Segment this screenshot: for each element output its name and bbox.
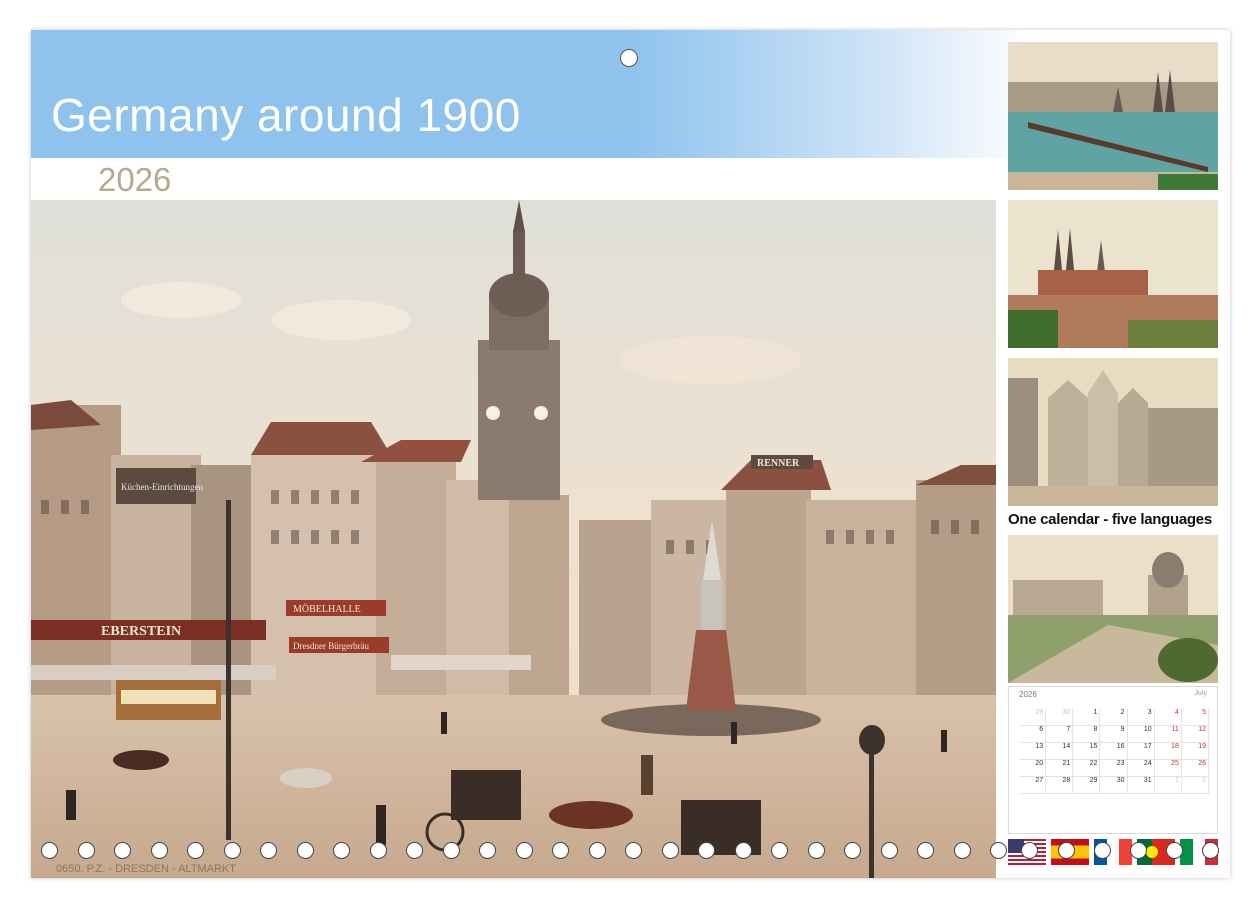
calendar-day: 10 xyxy=(1127,726,1155,743)
binding-hole xyxy=(625,842,642,859)
binding-hole xyxy=(661,842,679,859)
calendar-day: 8 xyxy=(1073,726,1101,743)
calendar-day: 9 xyxy=(1100,726,1128,743)
binding-hole xyxy=(1130,842,1147,859)
sign-eberstein: EBERSTEIN xyxy=(101,624,181,639)
binding-hole xyxy=(406,842,423,859)
hanging-hole xyxy=(620,49,638,67)
page-title: Germany around 1900 xyxy=(51,89,521,141)
calendar-day: 1 xyxy=(1073,709,1101,726)
calendar-day: 18 xyxy=(1154,743,1182,760)
calendar-day: 7 xyxy=(1046,726,1074,743)
binding-hole xyxy=(698,842,715,859)
calendar-day: 20 xyxy=(1019,760,1047,777)
calendar-day: 30 xyxy=(1100,777,1128,794)
calendar-day: 25 xyxy=(1154,760,1182,777)
tagline: One calendar - five languages xyxy=(1008,511,1212,528)
calendar-day: 31 xyxy=(1127,777,1155,794)
calendar-day: 28 xyxy=(1046,777,1074,794)
binding-hole xyxy=(807,842,825,859)
photo-caption: 0650. P.Z. - DRESDEN - ALTMARKT xyxy=(56,863,236,875)
calendar-grid: 29 30 1 2 3 4 5 6 7 8 9 10 11 12 13 14 15 16 17 18 19 20 21 22 2… xyxy=(1019,709,1209,827)
calendar-day: 4 xyxy=(1154,709,1182,726)
calendar-day: 30 xyxy=(1046,709,1074,726)
calendar-day: 19 xyxy=(1181,743,1209,760)
binding-hole xyxy=(187,842,204,859)
binding-hole xyxy=(734,842,752,859)
binding-hole xyxy=(880,842,898,859)
sign-renner: RENNER xyxy=(757,458,800,469)
binding-hole xyxy=(442,842,460,859)
year-strip: 2026 xyxy=(91,159,993,199)
calendar-year: 2026 xyxy=(1019,690,1037,699)
thumbnail-cologne xyxy=(1008,42,1218,190)
thumbnail-city-view xyxy=(1008,200,1218,348)
calendar-day: 3 xyxy=(1127,709,1155,726)
calendar-day: 22 xyxy=(1073,760,1101,777)
binding-hole xyxy=(479,842,496,859)
binding-hole xyxy=(552,842,569,859)
calendar-day: 21 xyxy=(1046,760,1074,777)
calendar-day: 15 xyxy=(1073,743,1101,760)
binding-hole xyxy=(844,842,861,859)
calendar-day: 26 xyxy=(1181,760,1209,777)
calendar-day: 24 xyxy=(1127,760,1155,777)
sign-moebelhalle: MÖBELHALLE xyxy=(293,603,361,615)
binding-hole xyxy=(1166,842,1183,859)
calendar-day: 12 xyxy=(1181,726,1209,743)
calendar-day: 5 xyxy=(1181,709,1209,726)
calendar-day: 2 xyxy=(1100,709,1128,726)
sign-buergerbraeu: Dresdner Bürgerbräu xyxy=(293,641,370,651)
binding-hole xyxy=(771,842,788,859)
thumbnail-berlin-gendarmenmarkt xyxy=(1008,535,1218,683)
calendar-day: 13 xyxy=(1019,743,1047,760)
binding-hole xyxy=(296,842,314,859)
main-photo-dresden-altmarkt: EBERSTEIN Küchen-Einrichtungen MÖBELHALL… xyxy=(31,200,996,878)
calendar-month: July xyxy=(1194,690,1207,697)
calendar-day: 27 xyxy=(1019,777,1047,794)
binding-hole xyxy=(369,842,387,859)
binding-hole xyxy=(1094,842,1111,859)
binding-hole xyxy=(1058,842,1075,859)
calendar-day: 2 xyxy=(1181,777,1209,794)
binding-hole xyxy=(990,842,1007,859)
binding-hole xyxy=(41,842,58,859)
calendar-day: 17 xyxy=(1127,743,1155,760)
title-banner: Germany around 1900 xyxy=(31,30,1031,158)
calendar-day: 6 xyxy=(1019,726,1047,743)
calendar-day: 1 xyxy=(1154,777,1182,794)
sign-kuechen: Küchen-Einrichtungen xyxy=(121,482,203,492)
calendar-day: 29 xyxy=(1019,709,1047,726)
calendar-day: 23 xyxy=(1100,760,1128,777)
binding-hole xyxy=(333,842,350,859)
binding-hole xyxy=(150,842,168,859)
binding-hole xyxy=(260,842,277,859)
binding-hole xyxy=(114,842,131,859)
binding-hole xyxy=(1021,842,1038,859)
binding-hole xyxy=(515,842,533,859)
binding-hole xyxy=(917,842,934,859)
calendar-preview: 2026 July 29 30 1 2 3 4 5 6 7 8 9 10 11 12 13 14 15 16 17 1… xyxy=(1008,686,1218,834)
year-label: 2026 xyxy=(98,161,172,198)
binding-holes xyxy=(31,842,1230,864)
calendar-day: 16 xyxy=(1100,743,1128,760)
calendar-day: 14 xyxy=(1046,743,1074,760)
binding-hole xyxy=(588,842,606,859)
binding-hole xyxy=(953,842,971,859)
calendar-day: 11 xyxy=(1154,726,1182,743)
calendar-cover: Germany around 1900 2026 EBERSTEIN Küche… xyxy=(31,30,1230,878)
thumbnail-frankfurt-roemer xyxy=(1008,358,1218,506)
binding-hole xyxy=(223,842,241,859)
calendar-day: 29 xyxy=(1073,777,1101,794)
binding-hole xyxy=(77,842,95,859)
binding-hole xyxy=(1202,842,1219,859)
